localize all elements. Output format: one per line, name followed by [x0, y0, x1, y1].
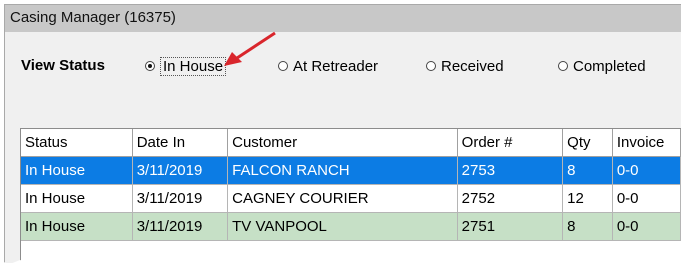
cell-order: 2752: [457, 184, 564, 213]
column-header-qty[interactable]: Qty: [562, 129, 613, 157]
cell-date-in: 3/11/2019: [132, 212, 229, 241]
cell-invoice: 0-0: [612, 184, 681, 213]
radio-unselected-icon: [426, 61, 436, 71]
radio-received[interactable]: Received: [426, 55, 504, 77]
cell-date-in: 3/11/2019: [132, 156, 229, 185]
radio-at-retreader[interactable]: At Retreader: [278, 55, 378, 77]
cell-invoice: 0-0: [612, 212, 681, 241]
radio-at-retreader-label: At Retreader: [293, 57, 379, 75]
cell-status: In House: [21, 156, 133, 185]
cell-status: In House: [21, 184, 133, 213]
torn-edge: [0, 259, 686, 269]
radio-selected-icon: [145, 61, 155, 71]
column-header-date-in[interactable]: Date In: [132, 129, 229, 157]
view-status-group: View Status In House At Retreader Receiv…: [5, 55, 681, 77]
window-title: Casing Manager (16375): [10, 9, 176, 26]
column-header-order[interactable]: Order #: [457, 129, 564, 157]
radio-completed-label: Completed: [573, 57, 646, 75]
casing-grid: Status Date In Customer Order # Qty Invo…: [20, 128, 681, 263]
table-header-row: Status Date In Customer Order # Qty Invo…: [21, 129, 681, 157]
cell-customer: TV VANPOOL: [227, 212, 458, 241]
cell-order: 2753: [457, 156, 564, 185]
column-header-status[interactable]: Status: [21, 129, 133, 157]
annotation-arrow-icon: [224, 31, 276, 66]
radio-unselected-icon: [558, 61, 568, 71]
radio-in-house[interactable]: In House: [145, 55, 227, 77]
title-bar[interactable]: Casing Manager (16375): [5, 5, 681, 32]
table-row[interactable]: In House 3/11/2019 CAGNEY COURIER 2752 1…: [21, 184, 681, 213]
radio-in-house-label: In House: [160, 56, 227, 76]
casing-table: Status Date In Customer Order # Qty Invo…: [21, 129, 681, 241]
column-header-customer[interactable]: Customer: [227, 129, 458, 157]
casing-manager-window: Casing Manager (16375) View Status In Ho…: [4, 4, 681, 263]
radio-completed[interactable]: Completed: [558, 55, 646, 77]
table-row[interactable]: In House 3/11/2019 FALCON RANCH 2753 8 0…: [21, 156, 681, 185]
cell-qty: 8: [562, 212, 613, 241]
cell-customer: CAGNEY COURIER: [227, 184, 458, 213]
cell-status: In House: [21, 212, 133, 241]
radio-received-label: Received: [441, 57, 504, 75]
cell-customer: FALCON RANCH: [227, 156, 458, 185]
cell-date-in: 3/11/2019: [132, 184, 229, 213]
cell-invoice: 0-0: [612, 156, 681, 185]
column-header-invoice[interactable]: Invoice: [612, 129, 681, 157]
cell-qty: 8: [562, 156, 613, 185]
cell-order: 2751: [457, 212, 564, 241]
cell-qty: 12: [562, 184, 613, 213]
table-row[interactable]: In House 3/11/2019 TV VANPOOL 2751 8 0-0: [21, 212, 681, 241]
view-status-label: View Status: [21, 57, 105, 74]
